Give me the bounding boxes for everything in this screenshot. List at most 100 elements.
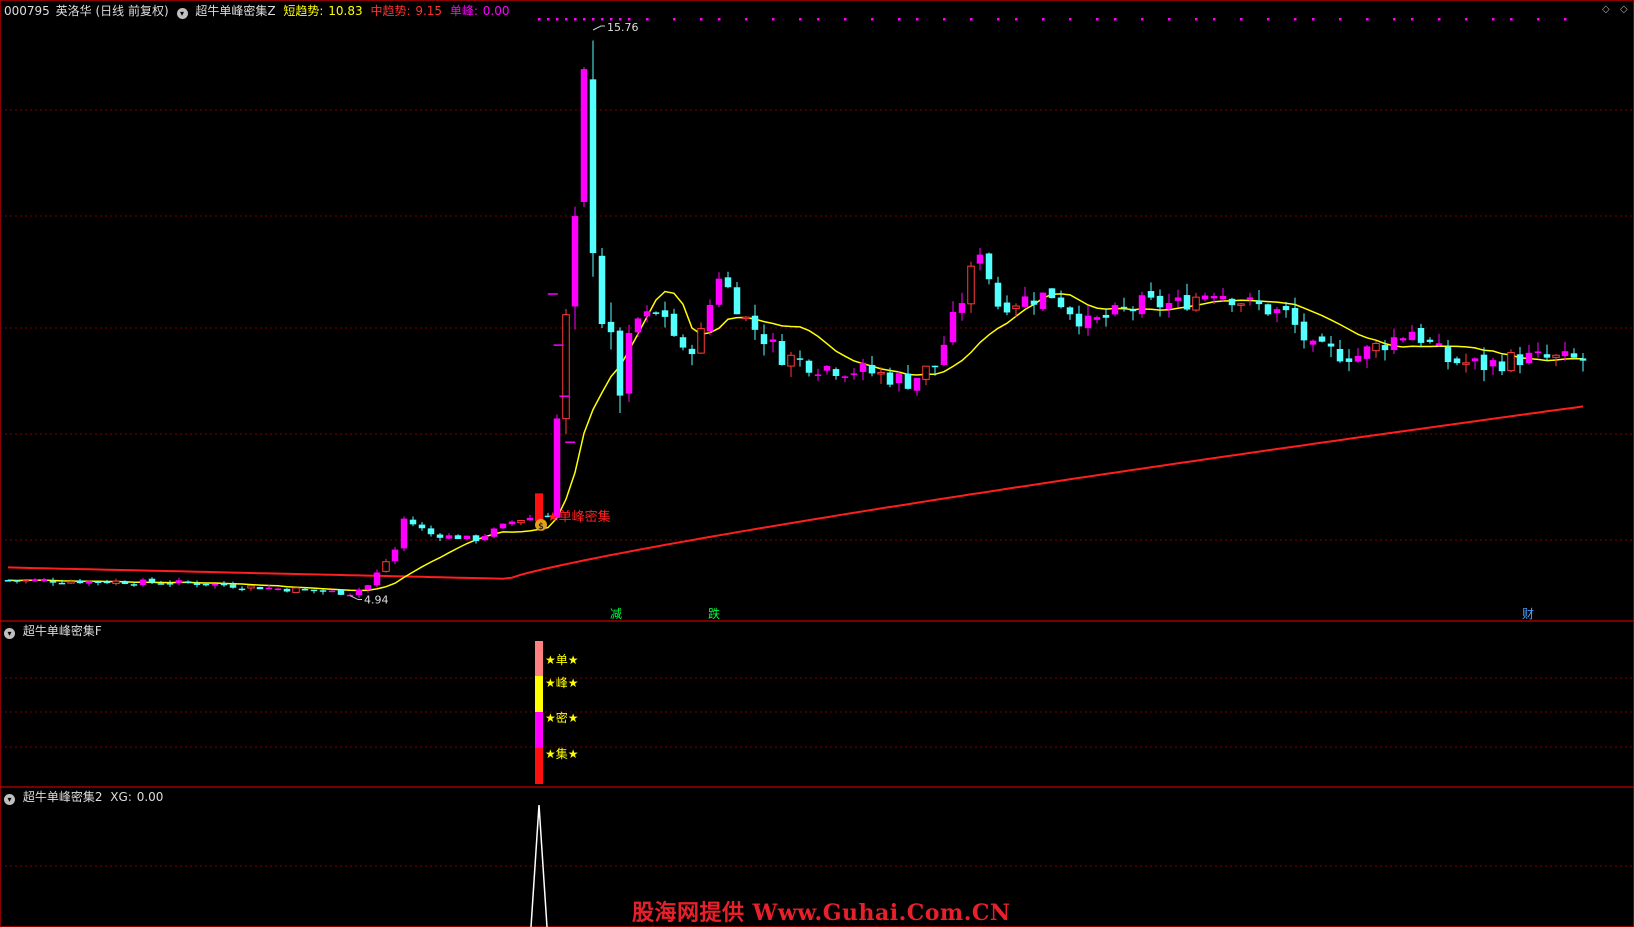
candle-body [634,318,642,333]
candle-body [22,579,30,582]
candle-body [805,360,813,373]
top-dot-marker [1042,18,1045,21]
top-dot-marker [646,18,649,21]
top-dot-marker [592,18,595,21]
candle-body [1516,354,1524,366]
indicator-star-label-2: ★峰★ [545,676,579,690]
candle-body [1417,328,1425,343]
candle-body [427,528,435,535]
candle-body [301,588,309,591]
chevron-down-icon[interactable]: ▾ [4,628,15,639]
candle-body [616,330,624,396]
candle-body [1012,305,1020,310]
candle-body [229,584,237,588]
top-dot-marker [556,18,559,21]
top-dot-marker [898,18,901,21]
top-dot-marker [1114,18,1117,21]
candle-body [292,587,300,593]
candle-body [598,255,606,325]
candle-body [913,377,921,391]
candle-body [1093,317,1101,320]
top-dot-marker [1168,18,1171,21]
candle-body [247,585,255,589]
indicator-segment [535,712,543,748]
candle-body [733,287,741,315]
panel2-name[interactable]: 超牛单峰密集F [23,624,102,638]
candle-body [283,588,291,592]
short-trend-value: 10.83 [328,4,363,18]
candle-body [400,518,408,549]
diamond-icon[interactable]: ◇ [1602,4,1610,15]
candle-body [625,332,633,394]
top-dot-marker [583,18,586,21]
candle-body [1048,288,1056,299]
candle-body [157,583,165,585]
candle-body [1174,297,1182,301]
candle-body [40,579,48,582]
top-dot-marker [565,18,568,21]
candle-body [688,348,696,355]
candle-body [1291,308,1299,325]
candle-body [589,79,597,254]
candle-body [1210,295,1218,299]
candle-body [1192,296,1200,311]
candle-body [1453,358,1461,364]
candle-body [1507,352,1515,372]
top-dot-marker [817,18,820,21]
candle-body [391,549,399,562]
chart-canvas[interactable]: 15.76 4.94 $★单峰密集减 跌 财 ★单★ ★峰★ ★密★ ★集★ [0,0,1634,927]
candle-body [1255,300,1263,305]
xg-label: XG: [110,790,132,804]
candle-body [1579,358,1587,361]
high-price-label: 15.76 [607,21,639,34]
indicator-star-label-3: ★密★ [545,710,579,725]
candle-body [4,580,12,582]
candle-body [139,579,147,586]
candle-body [175,580,183,583]
candle-body [1399,338,1407,341]
mid-trend-value: 9.15 [415,4,443,18]
top-dot-marker [745,18,748,21]
candle-body [499,523,507,529]
top-dot-marker [1267,18,1270,21]
top-dot-marker [1195,18,1198,21]
top-dot-marker [673,18,676,21]
diamond-icon[interactable]: ◇ [1620,4,1628,15]
candle-body [769,339,777,342]
candle-body [490,528,498,537]
candle-body [1408,331,1416,341]
candle-body [553,418,561,518]
chevron-down-icon[interactable]: ▾ [4,794,15,805]
low-pointer [349,595,362,601]
candle-body [940,344,948,365]
top-dot-marker [1096,18,1099,21]
short-trend-label: 短趋势: [283,4,324,18]
candle-body [67,581,75,584]
candle-body [1075,313,1083,327]
candle-body [841,376,849,378]
candle-body [526,517,534,521]
chevron-down-icon[interactable]: ▾ [176,8,188,19]
short-trend-line [7,290,1584,592]
top-dot-marker [601,18,604,21]
candle-body [148,578,156,583]
candle-body [58,582,66,585]
candle-body [1201,295,1209,300]
candle-body [1273,309,1281,314]
candle-body [274,588,282,590]
candle-body [1552,354,1560,358]
candle-body [85,581,93,584]
top-dot-marker [799,18,802,21]
indicator-name[interactable]: 超牛单峰密集Z [195,4,275,18]
candle-body [778,341,786,365]
candle-body [382,561,390,572]
mark-cai: 财 [1522,607,1534,621]
candle-body [1156,295,1164,308]
indicator-star-label-4: ★集★ [545,746,579,761]
candle-body [1183,295,1191,310]
candle-body [751,315,759,330]
candle-body [1282,305,1290,311]
candle-body [1525,352,1533,364]
top-dot-marker [772,18,775,21]
panel3-name[interactable]: 超牛单峰密集2 [23,790,103,804]
